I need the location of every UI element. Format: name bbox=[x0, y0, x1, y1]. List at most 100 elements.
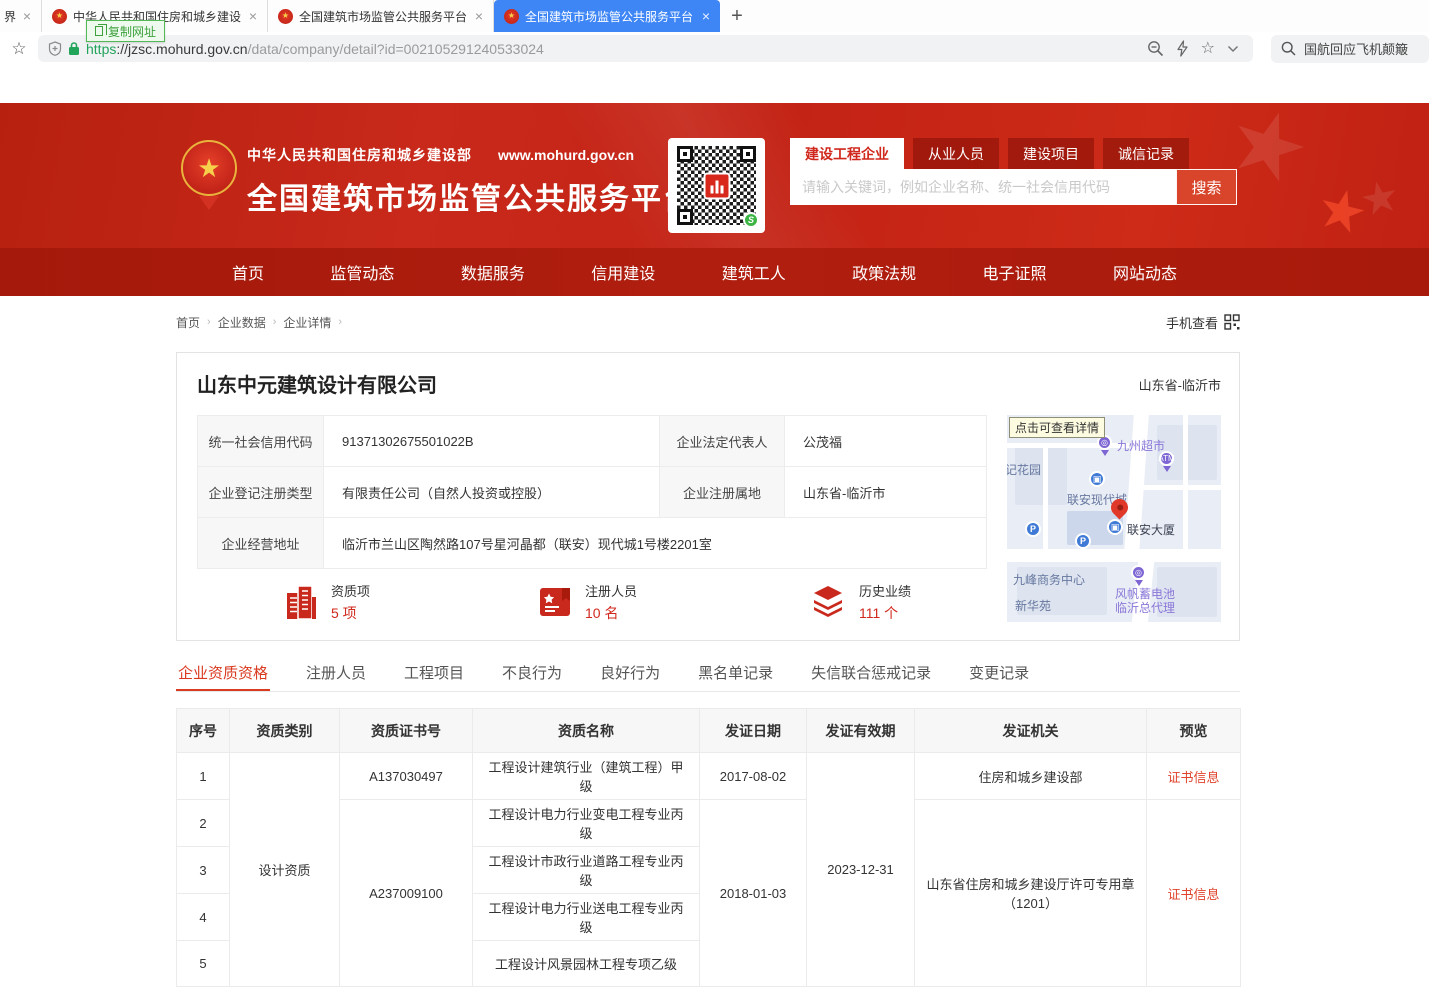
decor-star-icon: ★ bbox=[1355, 169, 1404, 227]
search-tab-project[interactable]: 建设项目 bbox=[1008, 138, 1094, 169]
poi-garden: 记花园 bbox=[1007, 461, 1041, 478]
breadcrumb-separator: › bbox=[207, 316, 211, 328]
qr-center-logo-icon bbox=[703, 172, 730, 199]
qr-mini-icon bbox=[1224, 314, 1240, 330]
building-icon bbox=[283, 583, 319, 621]
close-icon[interactable]: × bbox=[702, 9, 710, 23]
nav-item-workers[interactable]: 建筑工人 bbox=[722, 260, 786, 284]
col-name: 资质名称 bbox=[473, 709, 700, 753]
bookmark-star-icon[interactable]: ☆ bbox=[0, 39, 38, 59]
qr-code-card: S bbox=[668, 138, 765, 233]
col-cert-no: 资质证书号 bbox=[340, 709, 473, 753]
credit-code-label: 统一社会信用代码 bbox=[198, 416, 324, 467]
tab-projects[interactable]: 工程项目 bbox=[402, 654, 466, 691]
close-icon[interactable]: × bbox=[475, 9, 483, 23]
parking-icon: P bbox=[1075, 533, 1091, 549]
nav-item-supervision[interactable]: 监管动态 bbox=[330, 260, 394, 284]
lightning-icon[interactable] bbox=[1176, 40, 1189, 57]
reg-place-value: 山东省-临沂市 bbox=[785, 467, 987, 518]
url-actions: ☆ bbox=[1147, 40, 1243, 57]
certificate-info-link[interactable]: 证书信息 bbox=[1167, 770, 1219, 785]
national-emblem-icon: ★ bbox=[181, 140, 237, 196]
company-name: 山东中元建筑设计有限公司 bbox=[197, 369, 437, 398]
search-tab-enterprise[interactable]: 建设工程企业 bbox=[790, 138, 904, 169]
tab-change-records[interactable]: 变更记录 bbox=[967, 654, 1031, 691]
stat-label: 资质项 bbox=[331, 581, 370, 600]
battery-pin-icon: ◎ bbox=[1131, 565, 1146, 580]
reg-type-value: 有限责任公司（自然人投资或控股） bbox=[324, 467, 660, 518]
reg-type-label: 企业登记注册类型 bbox=[198, 467, 324, 518]
nav-item-policy[interactable]: 政策法规 bbox=[852, 260, 916, 284]
close-icon[interactable]: × bbox=[23, 9, 31, 23]
browser-tab-partial[interactable]: 界 × bbox=[0, 0, 42, 32]
cell-name: 工程设计电力行业变电工程专业丙级 bbox=[473, 800, 700, 847]
tab-bad-behavior[interactable]: 不良行为 bbox=[500, 654, 564, 691]
breadcrumb-home[interactable]: 首页 bbox=[176, 314, 200, 331]
browser-tab-jzsc-1[interactable]: ★ 全国建筑市场监管公共服务平台 × bbox=[268, 0, 494, 32]
nav-item-credit[interactable]: 信用建设 bbox=[591, 260, 655, 284]
tab-good-behavior[interactable]: 良好行为 bbox=[598, 654, 662, 691]
tab-registered-personnel[interactable]: 注册人员 bbox=[304, 654, 368, 691]
close-icon[interactable]: × bbox=[249, 9, 257, 23]
favorite-star-icon[interactable]: ☆ bbox=[1201, 41, 1215, 57]
browser-chrome: 界 × ★ 中华人民共和国住房和城乡建设 × ★ 全国建筑市场监管公共服务平台 … bbox=[0, 0, 1429, 65]
quick-search-text: 国航回应飞机颠簸 bbox=[1304, 39, 1408, 58]
copy-url-tooltip[interactable]: 复制网址 bbox=[86, 20, 165, 42]
address-value: 临沂市兰山区陶然路107号星河晶都（联安）现代城1号楼2201室 bbox=[324, 518, 987, 569]
stat-label: 历史业绩 bbox=[859, 581, 911, 600]
shield-plus-icon[interactable] bbox=[48, 41, 62, 56]
poi-lianan-tower: 联安大厦 bbox=[1127, 521, 1175, 538]
tab-dishonesty-records[interactable]: 失信联合惩戒记录 bbox=[809, 654, 933, 691]
mobile-view-button[interactable]: 手机查看 bbox=[1166, 313, 1240, 332]
search-tab-credit[interactable]: 诚信记录 bbox=[1103, 138, 1189, 169]
certificate-info-link[interactable]: 证书信息 bbox=[1167, 887, 1219, 902]
quick-search-box[interactable]: 国航回应飞机颠簸 bbox=[1271, 35, 1429, 63]
reg-place-label: 企业注册属地 bbox=[660, 467, 785, 518]
certificate-icon bbox=[537, 584, 573, 620]
qr-finder-icon bbox=[740, 146, 756, 162]
national-emblem-icon: ★ bbox=[278, 9, 293, 24]
cell-category: 设计资质 bbox=[230, 753, 340, 987]
cell-validity: 2023-12-31 bbox=[807, 753, 915, 987]
nav-item-ecert[interactable]: 电子证照 bbox=[983, 260, 1047, 284]
url-path: /data/company/detail?id=0021052912405330… bbox=[248, 41, 544, 57]
national-emblem-icon: ★ bbox=[52, 9, 67, 24]
table-row: 1 设计资质 A137030497 工程设计建筑行业（建筑工程）甲级 2017-… bbox=[177, 753, 1241, 800]
stat-value: 111 个 bbox=[859, 603, 911, 623]
qr-code: S bbox=[677, 146, 756, 225]
search-button[interactable]: 搜索 bbox=[1176, 169, 1237, 205]
qr-finder-icon bbox=[677, 146, 693, 162]
detail-tabs: 企业资质资格 注册人员 工程项目 不良行为 良好行为 黑名单记录 失信联合惩戒记… bbox=[176, 654, 1240, 692]
cell-authority: 住房和城乡建设部 bbox=[915, 753, 1147, 800]
col-category: 资质类别 bbox=[230, 709, 340, 753]
nav-item-home[interactable]: 首页 bbox=[232, 260, 264, 284]
nav-item-news[interactable]: 网站动态 bbox=[1113, 260, 1177, 284]
header-search-module: 建设工程企业 从业人员 建设项目 诚信记录 搜索 bbox=[790, 138, 1237, 205]
keyword-search-input[interactable] bbox=[790, 169, 1176, 205]
browser-tab-jzsc-active[interactable]: ★ 全国建筑市场监管公共服务平台 × bbox=[494, 0, 720, 32]
cell-name: 工程设计建筑行业（建筑工程）甲级 bbox=[473, 753, 700, 800]
map-road bbox=[1007, 549, 1221, 562]
breadcrumb-separator: › bbox=[338, 316, 342, 328]
zoom-out-icon[interactable] bbox=[1147, 40, 1164, 57]
cell-issue-date: 2018-01-03 bbox=[700, 800, 807, 987]
search-tab-personnel[interactable]: 从业人员 bbox=[913, 138, 999, 169]
url-host: ://jzsc.mohurd.gov.cn bbox=[116, 41, 247, 57]
tab-blacklist[interactable]: 黑名单记录 bbox=[696, 654, 775, 691]
search-tabs: 建设工程企业 从业人员 建设项目 诚信记录 bbox=[790, 138, 1237, 169]
breadcrumb-company-data[interactable]: 企业数据 bbox=[218, 314, 266, 331]
address-bar[interactable]: https://jzsc.mohurd.gov.cn/data/company/… bbox=[38, 35, 1253, 62]
cell-no: 2 bbox=[177, 800, 230, 847]
company-location-map[interactable]: 点击可查看详情 ◎ 九州超市 ATM 记花园 ▣ 联安现代城 ▣ 联安大厦 P … bbox=[1007, 415, 1221, 622]
tab-qualifications[interactable]: 企业资质资格 bbox=[176, 654, 270, 691]
poi-supermarket: 九州超市 bbox=[1117, 437, 1165, 454]
new-tab-button[interactable]: + bbox=[720, 0, 754, 32]
table-header-row: 序号 资质类别 资质证书号 资质名称 发证日期 发证有效期 发证机关 预览 bbox=[177, 709, 1241, 753]
breadcrumb-company-detail[interactable]: 企业详情 bbox=[283, 314, 331, 331]
cell-name: 工程设计风景园林工程专项乙级 bbox=[473, 941, 700, 987]
url-text: https://jzsc.mohurd.gov.cn/data/company/… bbox=[86, 41, 1141, 57]
tab-bar: 界 × ★ 中华人民共和国住房和城乡建设 × ★ 全国建筑市场监管公共服务平台 … bbox=[0, 0, 1429, 32]
chevron-down-icon[interactable] bbox=[1227, 45, 1239, 53]
nav-item-data-service[interactable]: 数据服务 bbox=[461, 260, 525, 284]
cell-no: 3 bbox=[177, 847, 230, 894]
